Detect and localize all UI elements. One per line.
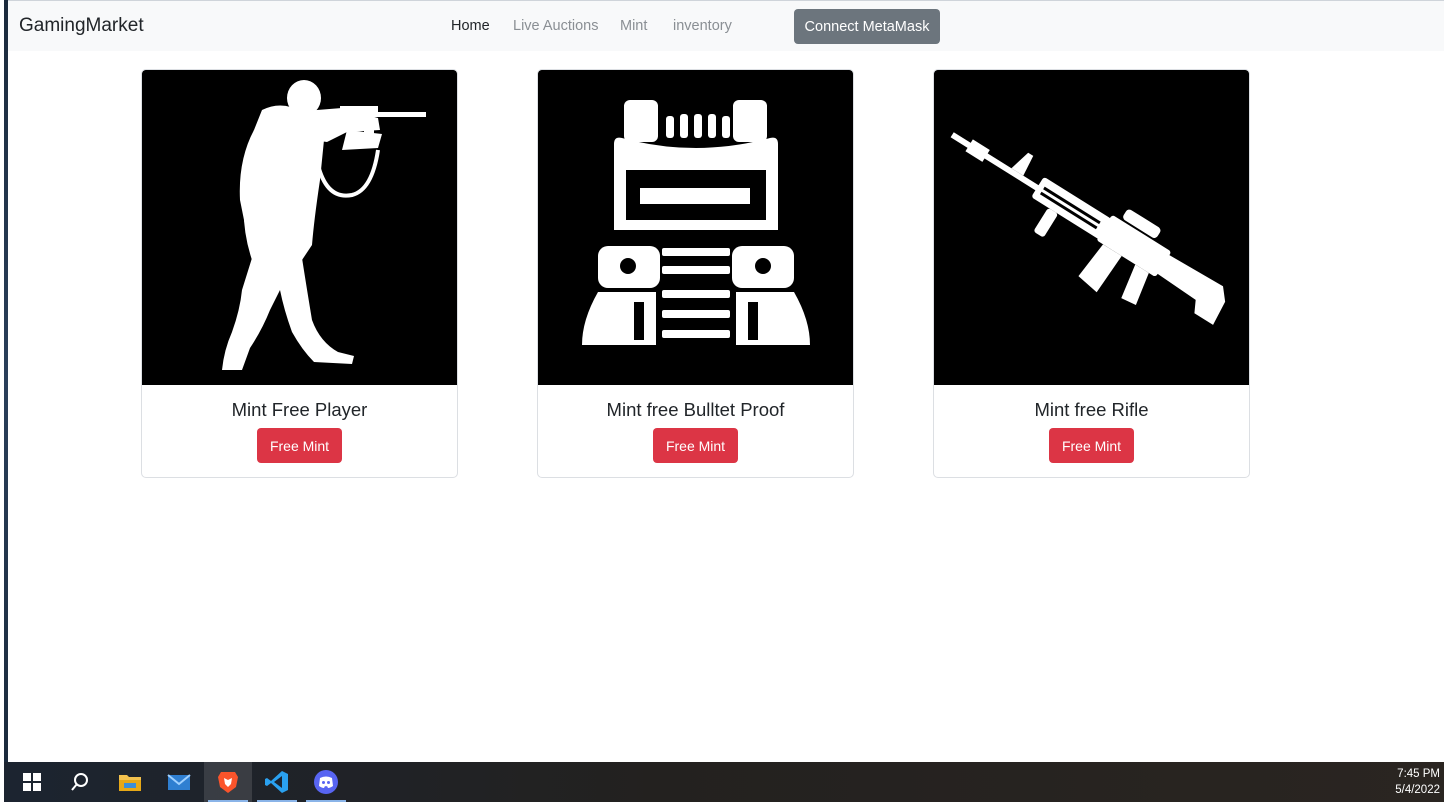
rifle-icon: [934, 70, 1249, 385]
discord-icon[interactable]: [302, 762, 350, 802]
vscode-icon[interactable]: [253, 762, 301, 802]
brave-browser-icon[interactable]: [204, 762, 252, 802]
card-title: Mint free Bulltet Proof: [606, 399, 785, 420]
navbar: GamingMarket Home Live Auctions Mint inv…: [8, 0, 1444, 51]
nav-link-home[interactable]: Home: [451, 18, 490, 34]
card-title: Mint free Rifle: [1034, 399, 1149, 420]
file-explorer-icon[interactable]: [106, 762, 154, 802]
nav-link-mint[interactable]: Mint: [620, 18, 647, 34]
taskbar-clock[interactable]: 7:45 PM 5/4/2022: [1395, 766, 1440, 798]
mail-icon[interactable]: [155, 762, 203, 802]
nav-link-inventory[interactable]: inventory: [673, 18, 732, 34]
search-icon[interactable]: [56, 762, 104, 802]
taskbar: 7:45 PM 5/4/2022: [4, 762, 1444, 802]
connect-metamask-button[interactable]: Connect MetaMask: [794, 9, 940, 44]
free-mint-button-bulletproof[interactable]: Free Mint: [653, 428, 738, 463]
brand[interactable]: GamingMarket: [19, 15, 144, 37]
windows-start-icon[interactable]: [8, 762, 56, 802]
nav-link-live-auctions[interactable]: Live Auctions: [513, 18, 598, 34]
soldier-silhouette-icon: [142, 70, 457, 385]
page: GamingMarket Home Live Auctions Mint inv…: [0, 0, 1444, 802]
clock-date: 5/4/2022: [1395, 784, 1440, 796]
free-mint-button-rifle[interactable]: Free Mint: [1049, 428, 1134, 463]
clock-time: 7:45 PM: [1397, 768, 1440, 780]
bulletproof-vest-icon: [538, 70, 853, 385]
card-bulletproof: Mint free Bulltet Proof Free Mint: [537, 69, 854, 478]
card-rifle: Mint free Rifle Free Mint: [933, 69, 1250, 478]
card-title: Mint Free Player: [231, 399, 368, 420]
window-edge: [4, 0, 8, 762]
card-player: Mint Free Player Free Mint: [141, 69, 458, 478]
free-mint-button-player[interactable]: Free Mint: [257, 428, 342, 463]
